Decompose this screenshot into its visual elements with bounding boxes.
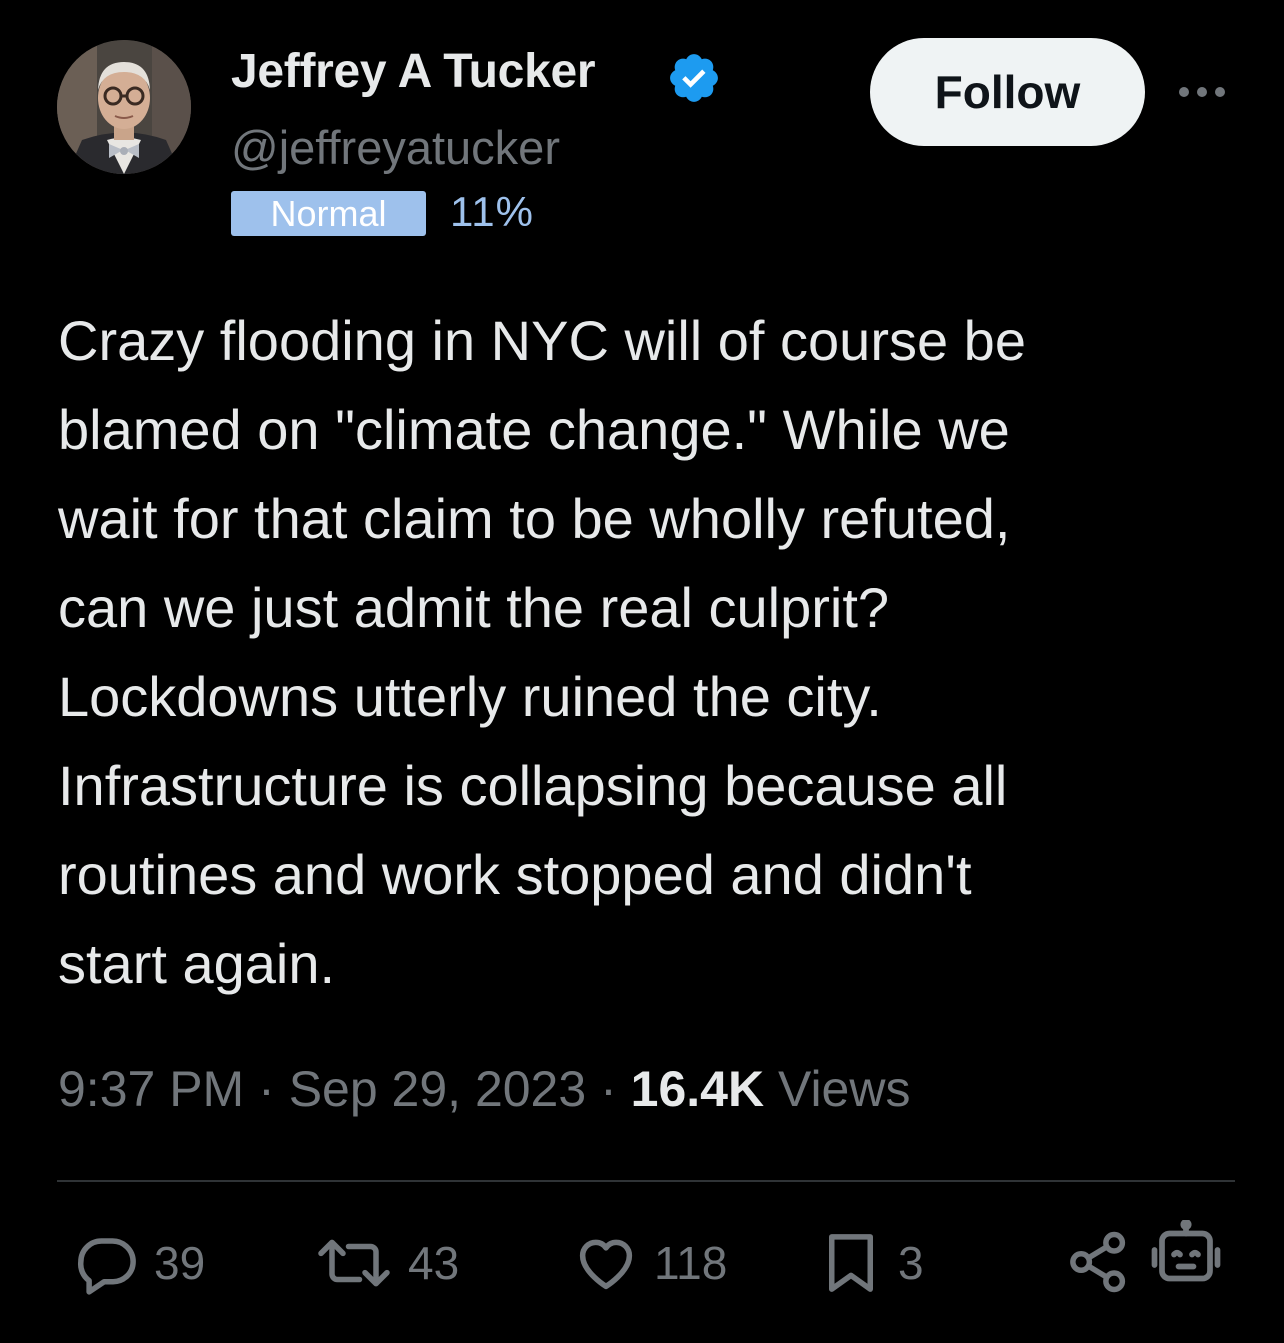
tweet-text: Crazy flooding in NYC will of course be … — [58, 309, 1026, 995]
verified-badge-icon — [670, 54, 718, 102]
author-handle[interactable]: @jeffreyatucker — [231, 120, 560, 175]
tweet: Jeffrey A Tucker @jeffreyatucker Normal … — [0, 0, 1284, 1343]
like-count: 118 — [654, 1237, 728, 1289]
bookmark-button[interactable]: 3 — [818, 1228, 924, 1298]
author-name[interactable]: Jeffrey A Tucker — [231, 44, 596, 99]
heart-icon — [579, 1239, 633, 1290]
bookmark-count: 3 — [898, 1237, 924, 1289]
avatar-image — [57, 40, 191, 174]
repost-button[interactable]: 43 — [314, 1228, 459, 1298]
reply-count: 39 — [154, 1237, 206, 1289]
follow-button[interactable]: Follow — [870, 38, 1145, 146]
tweet-time[interactable]: 9:37 PM — [58, 1061, 244, 1117]
tweet-meta: 9:37 PM · Sep 29, 2023 · 16.4K Views — [58, 1060, 910, 1118]
bookmark-icon — [829, 1234, 873, 1292]
repost-icon — [318, 1239, 390, 1287]
badge-percent: 11% — [450, 188, 534, 235]
robot-icon[interactable] — [1150, 1220, 1222, 1292]
ellipsis-icon[interactable] — [1172, 72, 1232, 112]
status-badge: Normal — [231, 191, 426, 236]
meta-separator: · — [258, 1061, 275, 1117]
divider — [57, 1180, 1235, 1182]
avatar[interactable] — [57, 40, 191, 174]
reply-icon — [78, 1238, 136, 1295]
reply-button[interactable]: 39 — [74, 1228, 205, 1298]
meta-separator: · — [600, 1061, 617, 1117]
views-count: 16.4K — [630, 1061, 765, 1117]
repost-count: 43 — [408, 1237, 460, 1289]
like-button[interactable]: 118 — [572, 1228, 727, 1298]
views-label: Views — [778, 1061, 911, 1117]
share-icon[interactable] — [1066, 1228, 1132, 1296]
tweet-date[interactable]: Sep 29, 2023 — [289, 1061, 587, 1117]
